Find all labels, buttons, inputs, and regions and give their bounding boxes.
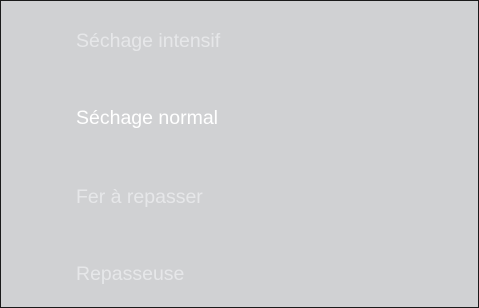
menu-item-repasseuse[interactable]: Repasseuse bbox=[76, 259, 184, 289]
menu-item-sechage-intensif[interactable]: Séchage intensif bbox=[76, 26, 220, 56]
menu-item-fer-a-repasser[interactable]: Fer à repasser bbox=[76, 182, 203, 212]
menu-item-sechage-normal[interactable]: Séchage normal bbox=[76, 103, 218, 133]
drying-program-screen: Séchage intensif Séchage normal Fer à re… bbox=[0, 0, 479, 308]
